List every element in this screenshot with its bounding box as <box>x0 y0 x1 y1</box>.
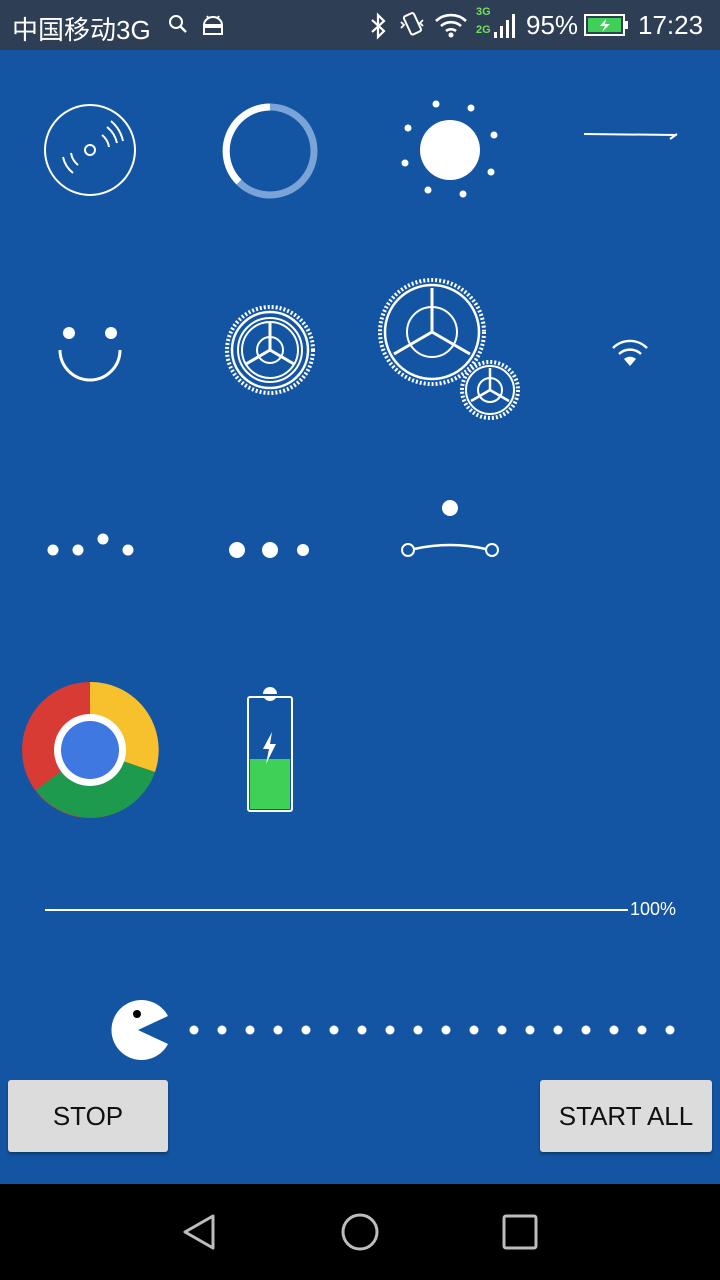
pacman-icon <box>111 1000 675 1060</box>
back-icon[interactable] <box>180 1212 220 1252</box>
signal-icon: 3G 2G <box>474 6 518 46</box>
network-bottom-label: 2G <box>476 24 491 36</box>
vinyl-disc-icon <box>44 104 136 196</box>
ball-swing-icon <box>401 500 499 557</box>
gear-icon <box>225 305 315 395</box>
battery-charging-icon <box>584 13 630 42</box>
navigation-bar <box>0 1184 720 1280</box>
carrier-label: 中国移动3G <box>12 15 151 45</box>
recents-icon[interactable] <box>500 1212 540 1252</box>
loading-ring-icon <box>222 103 318 199</box>
stop-button[interactable]: STOP <box>8 1080 168 1152</box>
bouncing-dots-icon <box>47 533 134 556</box>
home-icon[interactable] <box>340 1212 380 1252</box>
smiley-icon <box>58 327 122 382</box>
double-gear-icon <box>378 278 520 420</box>
wifi-icon <box>612 339 648 366</box>
search-icon <box>166 12 190 41</box>
wifi-icon <box>434 12 468 43</box>
pulsing-dots-icon <box>229 542 309 558</box>
vibrate-icon <box>398 10 426 45</box>
bluetooth-icon <box>368 12 390 45</box>
battery-percent: 95% <box>526 10 579 40</box>
line-arrow-icon <box>583 133 678 140</box>
status-bar: 中国移动3G 3G 2G 95% 17:23 <box>0 0 720 50</box>
progress-label: 100% <box>630 899 677 919</box>
android-icon <box>200 12 226 43</box>
clock: 17:23 <box>638 10 704 40</box>
start-all-button[interactable]: START ALL <box>540 1080 712 1152</box>
charging-battery-icon <box>247 687 293 812</box>
progress-bar <box>45 909 628 911</box>
sun-icon <box>401 100 498 198</box>
chrome-logo-icon <box>22 681 159 818</box>
network-top-label: 3G <box>476 6 491 18</box>
